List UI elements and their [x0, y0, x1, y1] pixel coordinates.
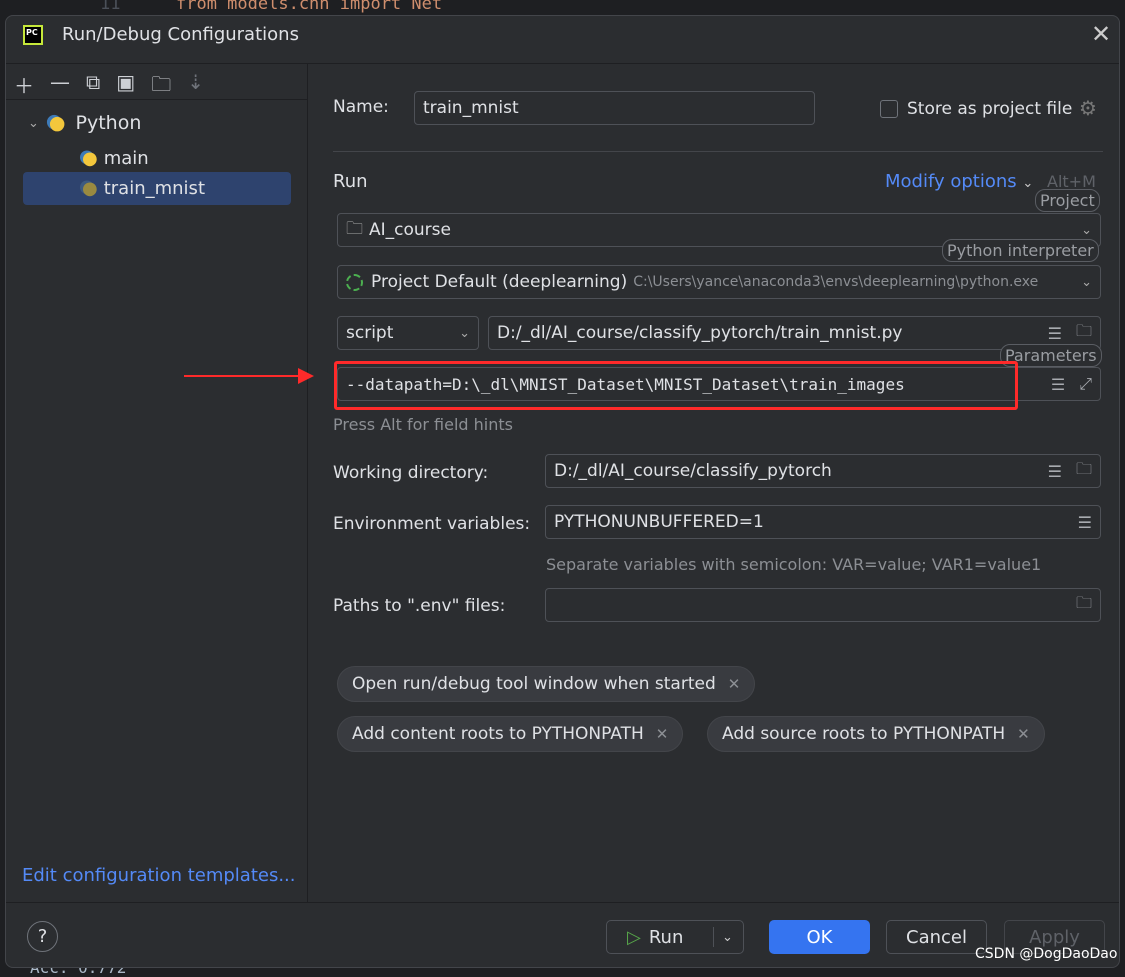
project-tooltip: Project — [1035, 189, 1100, 212]
option-chip[interactable]: Open run/debug tool window when started ✕ — [337, 666, 756, 702]
field-hints: Press Alt for field hints — [333, 415, 513, 434]
toolbar-divider — [6, 99, 308, 100]
dotenv-input[interactable]: 🗀 — [545, 588, 1101, 622]
cancel-button[interactable]: Cancel — [886, 920, 987, 954]
remove-icon[interactable]: ✕ — [1017, 725, 1030, 743]
editor-code-line: from models.cnn import Net — [176, 0, 443, 14]
name-label: Name: — [333, 97, 389, 117]
chip-label: Open run/debug tool window when started — [352, 674, 716, 694]
script-type-value: script — [346, 323, 394, 343]
footer-divider — [6, 902, 1119, 903]
tree-item-train-mnist[interactable]: ● train_mnist — [23, 172, 291, 205]
project-folder-icon: 🗀 — [346, 218, 363, 239]
python-icon: ● — [48, 112, 66, 134]
ok-button[interactable]: OK — [769, 920, 870, 954]
dialog-title: Run/Debug Configurations — [62, 24, 299, 45]
run-debug-dialog: PC Run/Debug Configurations ✕ ＋ — ⧉ ▣ 🗀 … — [5, 15, 1120, 968]
chip-label: Add source roots to PYTHONPATH — [722, 724, 1006, 744]
tree-group-python[interactable]: ⌄ ● Python — [28, 112, 141, 134]
python-icon: ● — [82, 178, 98, 199]
run-button[interactable]: ▷ Run ⌄ — [606, 920, 744, 954]
tree-group-label: Python — [75, 112, 142, 134]
option-chip[interactable]: Add content roots to PYTHONPATH ✕ — [337, 716, 684, 752]
loading-spinner-icon — [346, 273, 363, 291]
workdir-input[interactable]: D:/_dl/AI_course/classify_pytorch ☰ 🗀 — [545, 454, 1101, 488]
divider — [713, 927, 714, 947]
chevron-down-icon[interactable]: ⌄ — [28, 116, 39, 131]
interpreter-select[interactable]: Project Default (deeplearning) C:\Users\… — [337, 265, 1101, 299]
folder-icon[interactable]: 🗀 — [1076, 458, 1092, 485]
pycharm-logo-icon: PC — [23, 25, 43, 45]
interpreter-value: Project Default (deeplearning) — [371, 272, 628, 292]
list-icon[interactable]: ☰ — [1078, 513, 1092, 532]
workdir-value: D:/_dl/AI_course/classify_pytorch — [554, 461, 832, 481]
modify-options-link[interactable]: Modify options ⌄ — [885, 171, 1033, 192]
script-type-select[interactable]: script ⌄ — [337, 316, 479, 350]
run-icon: ▷ — [627, 926, 641, 948]
folder-icon[interactable]: 🗀 — [1076, 320, 1092, 347]
chevron-down-icon[interactable]: ⌄ — [722, 930, 733, 945]
arrow-head — [298, 368, 314, 384]
env-label: Environment variables: — [333, 514, 531, 534]
chevron-down-icon: ⌄ — [1081, 274, 1092, 290]
name-input[interactable]: train_mnist — [414, 91, 815, 125]
run-section-title: Run — [333, 171, 368, 192]
list-icon[interactable]: ☰ — [1048, 324, 1062, 343]
env-hint: Separate variables with semicolon: VAR=v… — [546, 555, 1042, 574]
list-icon[interactable]: ☰ — [1051, 375, 1065, 394]
chevron-down-icon: ⌄ — [459, 325, 470, 341]
python-icon: ● — [82, 148, 98, 169]
option-chip[interactable]: Add source roots to PYTHONPATH ✕ — [707, 716, 1045, 752]
remove-icon[interactable]: ✕ — [728, 675, 741, 693]
folder-icon[interactable]: 🗀 — [1076, 592, 1092, 619]
script-path-value: D:/_dl/AI_course/classify_pytorch/train_… — [497, 323, 903, 343]
list-icon[interactable]: ☰ — [1048, 462, 1062, 481]
watermark: CSDN @DogDaoDao — [975, 946, 1118, 962]
tree-item-label: main — [103, 148, 149, 169]
help-button[interactable]: ? — [27, 921, 58, 952]
tree-item-main[interactable]: ● main — [82, 148, 149, 169]
dotenv-label: Paths to ".env" files: — [333, 596, 506, 616]
expand-icon[interactable]: ⤢ — [1079, 374, 1092, 394]
left-panel: ＋ — ⧉ ▣ 🗀 ⇣ ⌄ ● Python ● main ● train_mn… — [6, 64, 308, 903]
run-label: Run — [648, 926, 684, 948]
project-value: AI_course — [369, 220, 451, 240]
gear-icon[interactable]: ⚙ — [1079, 96, 1097, 120]
divider — [333, 151, 1103, 152]
interpreter-tooltip: Python interpreter — [942, 239, 1099, 262]
editor-line-number: 11 — [100, 0, 121, 14]
store-as-project-label[interactable]: Store as project file — [907, 99, 1072, 119]
tree-item-label: train_mnist — [103, 178, 205, 199]
chip-label: Add content roots to PYTHONPATH — [352, 724, 644, 744]
highlight-box — [334, 361, 1018, 410]
chevron-down-icon: ⌄ — [1081, 222, 1092, 238]
arrow-annotation — [184, 375, 304, 377]
close-icon[interactable]: ✕ — [1091, 20, 1111, 48]
env-value: PYTHONUNBUFFERED=1 — [554, 512, 764, 532]
env-input[interactable]: PYTHONUNBUFFERED=1 ☰ — [545, 505, 1101, 539]
workdir-label: Working directory: — [333, 463, 489, 483]
store-as-project-checkbox[interactable] — [880, 100, 898, 118]
interpreter-path: C:\Users\yance\anaconda3\envs\deeplearni… — [633, 274, 1039, 290]
edit-templates-link[interactable]: Edit configuration templates... — [22, 865, 296, 886]
remove-icon[interactable]: ✕ — [656, 725, 669, 743]
